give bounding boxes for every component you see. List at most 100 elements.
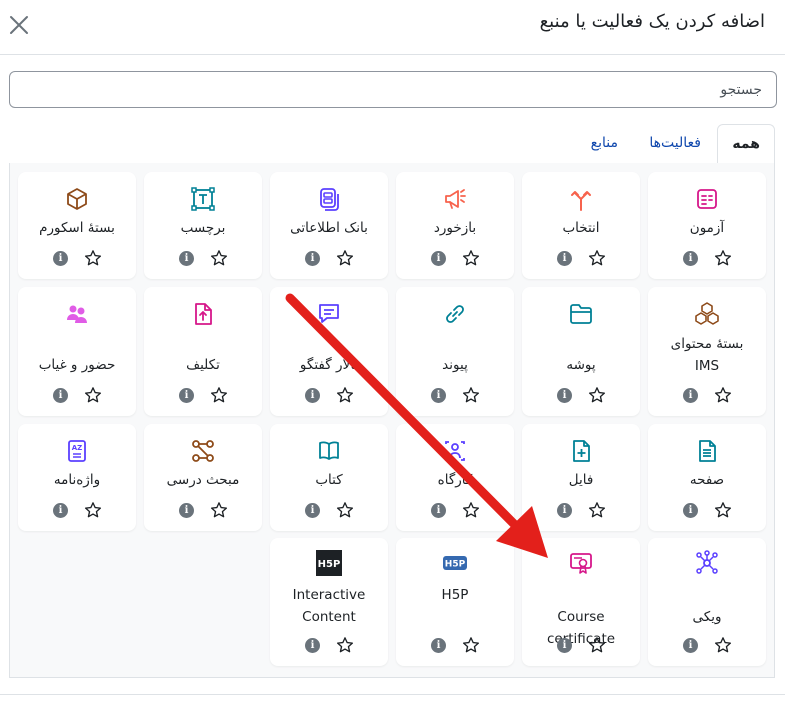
module-card[interactable]: فایل i [522, 424, 640, 531]
info-icon[interactable]: i [305, 388, 320, 403]
tab-resources[interactable]: منابع [577, 124, 632, 164]
module-name: آزمون [689, 220, 725, 236]
module-name: بستهٔ اسکورم [39, 220, 115, 236]
module-name: بستهٔ محتوای IMS [670, 336, 744, 374]
module-name: فایل [568, 472, 594, 488]
module-card[interactable]: AZ واژه‌نامه i [18, 424, 136, 531]
info-icon[interactable]: i [305, 251, 320, 266]
module-card[interactable]: بستهٔ محتوای IMS i [648, 287, 766, 416]
info-icon[interactable]: i [179, 251, 194, 266]
info-icon[interactable]: i [683, 503, 698, 518]
star-icon[interactable] [84, 386, 102, 404]
module-card[interactable]: H5P H5P i [396, 538, 514, 666]
module-card[interactable]: صفحه i [648, 424, 766, 531]
module-card[interactable]: آزمون i [648, 172, 766, 279]
module-card[interactable]: Course certificate i [522, 538, 640, 666]
module-card[interactable]: بازخورد i [396, 172, 514, 279]
modal-title: اضافه کردن یک فعالیت یا منبع [539, 11, 765, 32]
info-icon[interactable]: i [683, 638, 698, 653]
star-icon[interactable] [462, 636, 480, 654]
module-card[interactable]: تکلیف i [144, 287, 262, 416]
star-icon[interactable] [714, 249, 732, 267]
module-name: پوشه [566, 357, 596, 373]
info-icon[interactable]: i [431, 251, 446, 266]
star-icon[interactable] [588, 249, 606, 267]
module-name: واژه‌نامه [53, 472, 101, 488]
star-icon[interactable] [462, 249, 480, 267]
star-icon[interactable] [336, 249, 354, 267]
star-icon[interactable] [84, 501, 102, 519]
star-icon[interactable] [84, 249, 102, 267]
glossary-icon: AZ [68, 440, 86, 462]
module-card[interactable]: انتخاب i [522, 172, 640, 279]
info-icon[interactable]: i [683, 388, 698, 403]
star-icon[interactable] [336, 501, 354, 519]
module-name: پیوند [442, 357, 468, 373]
close-icon[interactable] [8, 14, 30, 36]
info-icon[interactable]: i [305, 638, 320, 653]
star-icon[interactable] [714, 501, 732, 519]
module-name: کارگاه [437, 472, 473, 488]
star-icon[interactable] [210, 249, 228, 267]
h5p-icon: H5P [443, 556, 467, 570]
module-name: صفحه [689, 472, 725, 488]
info-icon[interactable]: i [53, 251, 68, 266]
star-icon[interactable] [714, 386, 732, 404]
svg-text:H5P: H5P [318, 559, 341, 570]
module-card[interactable]: بانک اطلاعاتی i [270, 172, 388, 279]
info-icon[interactable]: i [179, 388, 194, 403]
info-icon[interactable]: i [431, 638, 446, 653]
info-icon[interactable]: i [557, 388, 572, 403]
choice-icon [571, 191, 591, 211]
footer-divider [0, 694, 785, 695]
info-icon[interactable]: i [557, 251, 572, 266]
info-icon[interactable]: i [431, 503, 446, 518]
module-card[interactable]: حضور و غیاب i [18, 287, 136, 416]
attendance-icon [67, 305, 87, 323]
tab-all[interactable]: همه [717, 124, 775, 165]
tab-activities[interactable]: فعالیت‌ها [635, 124, 715, 164]
info-icon[interactable]: i [179, 503, 194, 518]
folder-icon [570, 304, 592, 324]
star-icon[interactable] [462, 501, 480, 519]
info-icon[interactable]: i [683, 251, 698, 266]
star-icon[interactable] [336, 636, 354, 654]
module-card[interactable]: پوشه i [522, 287, 640, 416]
module-card[interactable]: کتاب i [270, 424, 388, 531]
workshop-icon [445, 441, 465, 461]
module-name: بازخورد [433, 220, 477, 236]
module-card[interactable]: پیوند i [396, 287, 514, 416]
module-card[interactable]: کارگاه i [396, 424, 514, 531]
star-icon[interactable] [462, 386, 480, 404]
star-icon[interactable] [714, 636, 732, 654]
info-icon[interactable]: i [431, 388, 446, 403]
module-name: کتاب [315, 472, 343, 488]
star-icon[interactable] [336, 386, 354, 404]
info-icon[interactable]: i [53, 388, 68, 403]
star-icon[interactable] [588, 386, 606, 404]
module-name: Interactive Content [292, 587, 366, 625]
star-icon[interactable] [210, 386, 228, 404]
info-icon[interactable]: i [53, 503, 68, 518]
feedback-icon [445, 189, 466, 209]
info-icon[interactable]: i [557, 638, 572, 653]
info-icon[interactable]: i [557, 503, 572, 518]
assignment-icon [195, 303, 212, 325]
tab-bar: همه فعالیت‌ها منابع [9, 124, 775, 165]
star-icon[interactable] [588, 501, 606, 519]
module-name: تکلیف [186, 357, 220, 373]
module-name: مبحث درسی [166, 472, 240, 488]
search-input[interactable] [9, 71, 777, 108]
star-icon[interactable] [588, 636, 606, 654]
module-name: انتخاب [562, 220, 600, 236]
module-name: H5P [441, 587, 469, 603]
star-icon[interactable] [210, 501, 228, 519]
module-card[interactable]: ویکی i [648, 538, 766, 666]
module-card[interactable]: مبحث درسی i [144, 424, 262, 531]
module-card[interactable]: تالار گفتگو i [270, 287, 388, 416]
module-card[interactable]: H5P Interactive Content i [270, 538, 388, 666]
module-card[interactable]: برچسب i [144, 172, 262, 279]
module-card[interactable]: بستهٔ اسکورم i [18, 172, 136, 279]
info-icon[interactable]: i [305, 503, 320, 518]
subsection-icon [192, 440, 214, 462]
